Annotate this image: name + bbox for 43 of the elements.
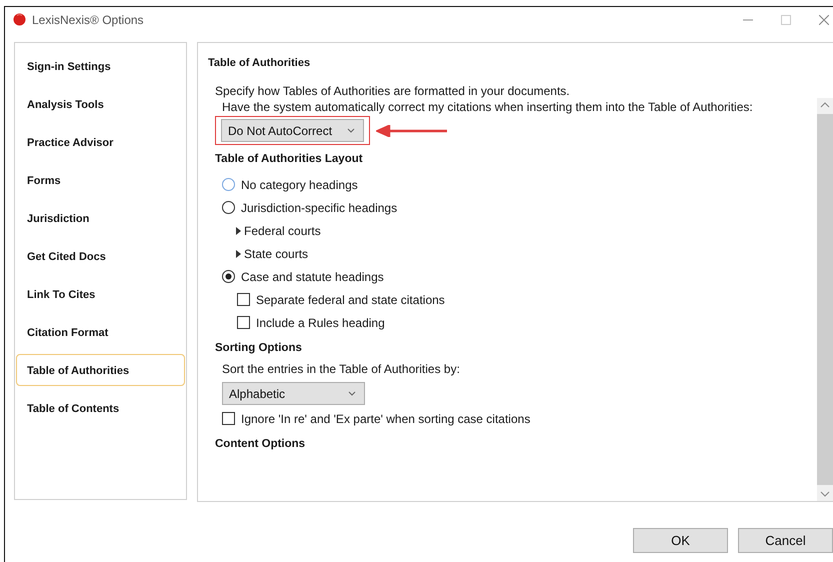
arrow-annotation-icon (376, 124, 448, 136)
radio-button[interactable] (222, 201, 235, 214)
section-title: Table of Authorities (208, 57, 312, 69)
option-label: Include a Rules heading (256, 316, 385, 330)
radio-button[interactable] (222, 270, 235, 283)
caret-right-icon[interactable] (235, 226, 242, 236)
sidebar-item[interactable]: Table of Contents (16, 392, 185, 424)
sidebar-item[interactable]: Get Cited Docs (16, 240, 185, 272)
chevron-down-icon (347, 128, 355, 133)
dialog-button[interactable]: OK (633, 528, 728, 553)
sidebar-item[interactable]: Forms (16, 164, 185, 196)
sort-label: Sort the entries in the Table of Authorities by: (222, 362, 461, 376)
description-text: Specify how Tables of Authorities are formatted in your documents. (215, 84, 571, 98)
caret-right-icon[interactable] (235, 248, 242, 258)
sort-dropdown[interactable]: Alphabetic (222, 382, 365, 405)
window-title: LexisNexis® Options (32, 12, 145, 26)
sidebar-item[interactable]: Table of Authorities (16, 354, 185, 386)
section-heading: Sorting Options (215, 342, 303, 354)
checkbox[interactable] (222, 412, 235, 425)
app-logo-icon (13, 13, 26, 26)
sidebar-item[interactable]: Jurisdiction (16, 202, 185, 234)
radio-button[interactable] (222, 178, 235, 191)
close-icon[interactable] (819, 14, 829, 24)
option-label: Case and statute headings (241, 270, 384, 284)
option-label: Separate federal and state citations (256, 292, 445, 306)
option-label: Federal courts (244, 224, 321, 238)
sidebar-item[interactable]: Link To Cites (16, 278, 185, 310)
sidebar-item[interactable]: Sign-in Settings (16, 50, 185, 82)
dialog-button[interactable]: Cancel (738, 528, 833, 553)
checkbox[interactable] (237, 293, 250, 306)
autocorrect-dropdown[interactable]: Do Not AutoCorrect (221, 119, 364, 142)
section-heading: Content Options (215, 438, 306, 450)
section-heading: Table of Authorities Layout (215, 153, 364, 165)
option-label: No category headings (241, 178, 358, 192)
option-label: Ignore 'In re' and 'Ex parte' when sorting case citations (241, 412, 530, 426)
autocorrect-label: Have the system automatically correct my citations when inserting them into the Table of Authorities: (222, 100, 754, 114)
sidebar-item[interactable]: Practice Advisor (16, 126, 185, 158)
option-label: Jurisdiction-specific headings (241, 200, 398, 214)
sidebar-item[interactable]: Citation Format (16, 316, 185, 348)
chevron-down-icon (348, 391, 356, 396)
sidebar-item[interactable]: Analysis Tools (16, 88, 185, 120)
option-label: State courts (244, 246, 308, 260)
checkbox[interactable] (237, 316, 250, 329)
